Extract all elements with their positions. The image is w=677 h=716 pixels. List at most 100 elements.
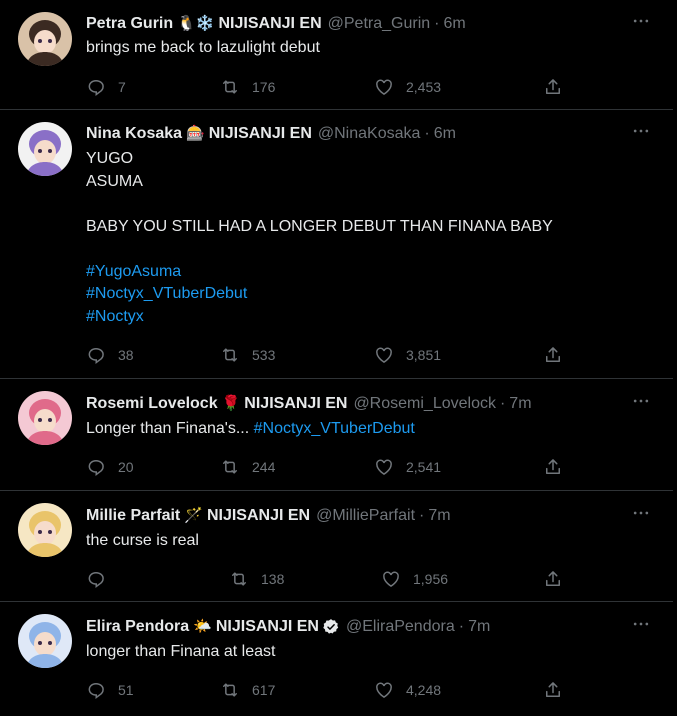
reply-icon [86, 680, 106, 700]
like-count: 4,248 [406, 682, 442, 698]
separator-dot: · [458, 618, 465, 635]
hashtag-link[interactable]: #Noctyx [86, 306, 553, 329]
display-name[interactable]: Rosemi Lovelock [86, 394, 218, 414]
retweet-count: 617 [252, 682, 276, 698]
timestamp[interactable]: 6m [443, 14, 465, 34]
like-button[interactable]: 2,453 [374, 75, 441, 99]
retweet-icon [229, 569, 249, 589]
share-icon [543, 680, 563, 700]
retweet-icon [220, 457, 240, 477]
user-handle[interactable]: @Rosemi_Lovelock [353, 394, 496, 414]
display-name[interactable]: Elira Pendora [86, 617, 189, 637]
avatar[interactable] [18, 12, 72, 66]
retweet-button[interactable]: 176 [220, 75, 275, 99]
like-button[interactable]: 4,248 [374, 678, 441, 702]
reply-button[interactable]: 38 [86, 343, 134, 367]
retweet-button[interactable]: 617 [220, 678, 275, 702]
share-button[interactable] [543, 343, 563, 367]
more-options-button[interactable] [629, 121, 653, 145]
reply-count: 7 [118, 79, 126, 95]
reply-button[interactable]: 51 [86, 678, 134, 702]
separator-dot: · [434, 15, 440, 32]
reply-button[interactable]: 20 [86, 455, 134, 479]
display-name[interactable]: Millie Parfait [86, 506, 180, 526]
more-options-button[interactable] [629, 503, 653, 527]
tweet-text-line [86, 193, 553, 216]
like-count: 1,956 [413, 571, 449, 587]
tweet-text: YUGO ASUMA BABY YOU STILL HAD A LONGER DEB… [86, 148, 553, 328]
name-emoji: 🌹 [221, 395, 241, 412]
tweet-actions: 51 617 4,248 [0, 678, 673, 702]
heart-icon [374, 345, 394, 365]
separator-dot: · [419, 507, 425, 524]
more-icon [631, 614, 651, 639]
display-name[interactable]: Petra Gurin [86, 14, 173, 34]
tweet[interactable]: Rosemi Lovelock 🌹 NIJISANJI EN @Rosemi_Love… [0, 379, 673, 491]
avatar[interactable] [18, 614, 72, 668]
heart-icon [374, 77, 394, 97]
tweet[interactable]: Petra Gurin 🐧❄️ NIJISANJI EN @Petra_Gurin · 6… [0, 0, 673, 110]
retweet-icon [220, 345, 240, 365]
tweet-text-line: Longer than Finana's... [86, 420, 254, 437]
user-handle[interactable]: @Petra_Gurin [328, 14, 431, 34]
user-handle[interactable]: @MillieParfait [316, 506, 415, 526]
reply-icon [86, 77, 106, 97]
share-button[interactable] [543, 75, 563, 99]
display-name[interactable]: Nina Kosaka [86, 124, 182, 144]
separator-dot: · [499, 395, 506, 412]
tweet-text: brings me back to lazulight debut [86, 37, 320, 60]
like-button[interactable]: 3,851 [374, 343, 441, 367]
more-options-button[interactable] [629, 614, 653, 638]
share-icon [543, 457, 563, 477]
tweet-text-line: the curse is real [86, 532, 199, 549]
more-options-button[interactable] [629, 391, 653, 415]
affiliation: NIJISANJI EN [208, 125, 312, 142]
timestamp[interactable]: 7m [509, 394, 531, 414]
tweet[interactable]: Millie Parfait 🪄 NIJISANJI EN @MillieParfai… [0, 491, 673, 602]
reply-button[interactable] [86, 567, 118, 591]
user-handle[interactable]: @NinaKosaka [318, 124, 421, 144]
user-handle[interactable]: @EliraPendora [346, 617, 455, 637]
avatar[interactable] [18, 503, 72, 557]
hashtag-link[interactable]: #Noctyx_VTuberDebut [86, 283, 553, 306]
timestamp[interactable]: 7m [468, 617, 490, 637]
tweet[interactable]: Elira Pendora 🌤️ NIJISANJI EN @EliraPendora… [0, 602, 673, 716]
heart-icon [374, 680, 394, 700]
tweet-header: Millie Parfait 🪄 NIJISANJI EN @MillieParfai… [86, 506, 451, 526]
heart-icon [374, 457, 394, 477]
tweet-actions: 7 176 2,453 [0, 75, 673, 99]
reply-button[interactable]: 7 [86, 75, 126, 99]
like-count: 3,851 [406, 347, 442, 363]
more-icon [631, 391, 651, 416]
retweet-button[interactable]: 533 [220, 343, 275, 367]
retweet-button[interactable]: 138 [229, 567, 284, 591]
avatar[interactable] [18, 391, 72, 445]
tweet[interactable]: Nina Kosaka 🎰 NIJISANJI EN @NinaKosaka · 6m YU… [0, 110, 673, 379]
affiliation: NIJISANJI EN [206, 507, 311, 524]
reply-count: 38 [118, 347, 134, 363]
tweet-text: the curse is real [86, 530, 199, 553]
share-button[interactable] [543, 455, 563, 479]
timestamp[interactable]: 6m [434, 124, 456, 144]
retweet-button[interactable]: 244 [220, 455, 275, 479]
like-button[interactable]: 1,956 [381, 567, 448, 591]
share-button[interactable] [543, 678, 563, 702]
hashtag-link[interactable]: #Noctyx_VTuberDebut [254, 420, 415, 437]
retweet-count: 244 [252, 459, 276, 475]
heart-icon [381, 569, 401, 589]
tweet-text-line: BABY YOU STILL HAD A LONGER DEBUT THAN F… [86, 217, 553, 235]
avatar[interactable] [18, 122, 72, 176]
tweet-text-line: longer than Finana at least [86, 643, 276, 660]
like-button[interactable]: 2,541 [374, 455, 441, 479]
reply-icon [86, 457, 106, 477]
tweet-header: Petra Gurin 🐧❄️ NIJISANJI EN @Petra_Gurin · 6… [86, 14, 466, 34]
name-emoji: 🪄 [184, 507, 203, 524]
hashtag-link[interactable]: #YugoAsuma [86, 261, 553, 284]
tweet-actions: 20 244 2,541 [0, 455, 673, 479]
tweet-text-line: brings me back to lazulight debut [86, 39, 320, 56]
reply-icon [86, 345, 106, 365]
retweet-icon [220, 77, 240, 97]
timestamp[interactable]: 7m [428, 506, 450, 526]
more-options-button[interactable] [629, 11, 653, 35]
share-button[interactable] [543, 567, 563, 591]
